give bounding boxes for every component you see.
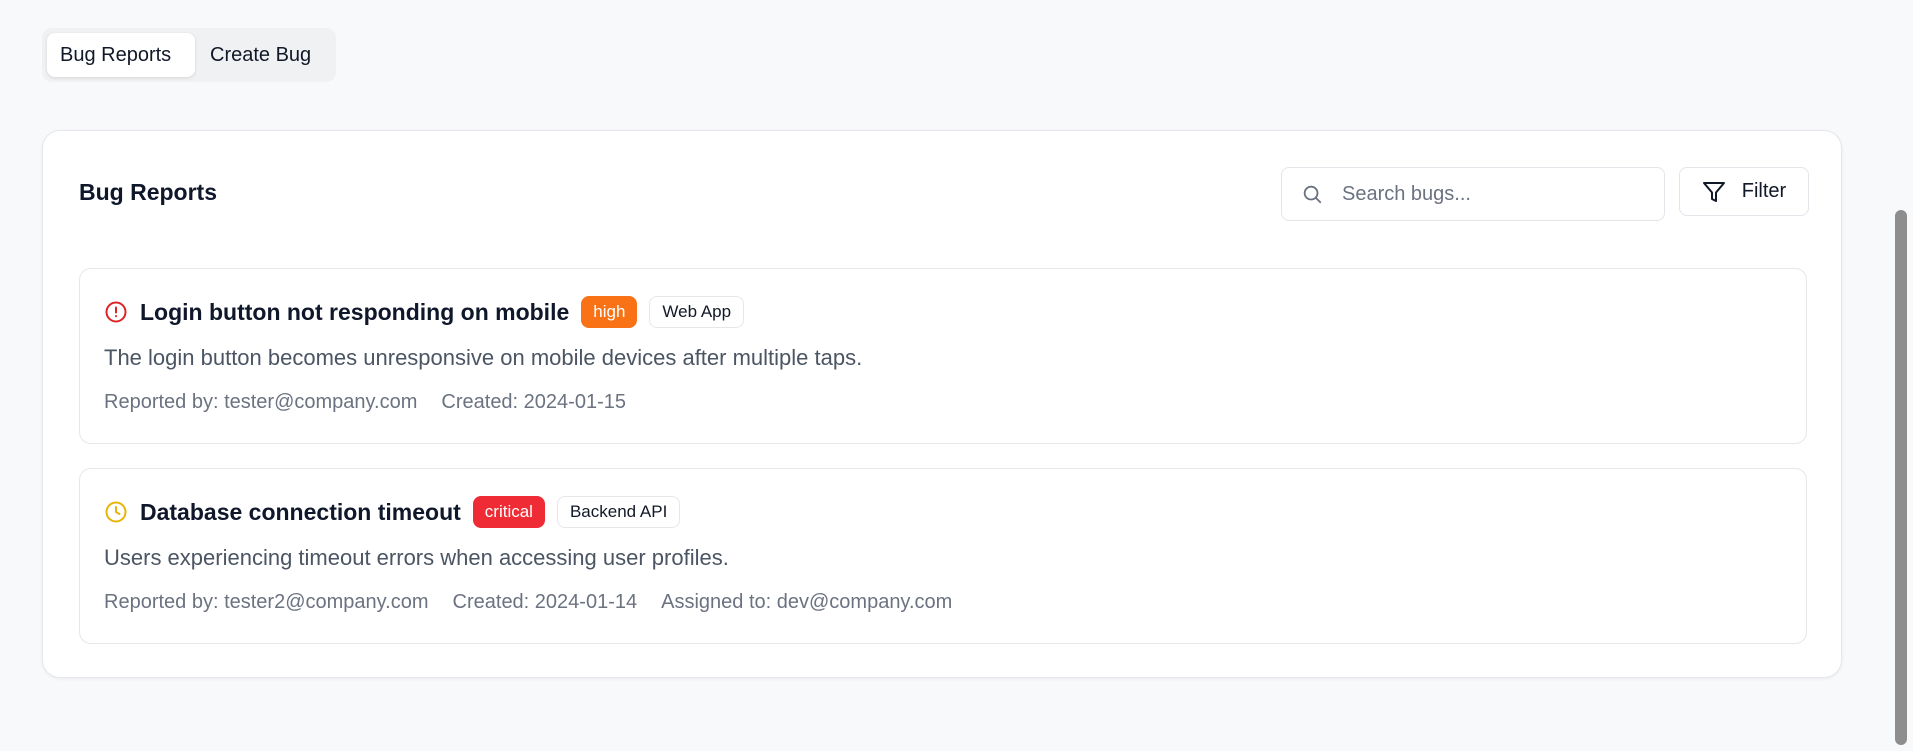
reported-by: Reported by: tester2@company.com [104,591,429,613]
search-icon [1303,185,1322,204]
created-date: Created: 2024-01-14 [452,591,638,613]
filter-icon [1702,181,1725,202]
bug-meta: Reported by: tester2@company.com Created… [104,591,952,614]
bug-title[interactable]: Login button not responding on mobile [140,299,569,326]
filter-label: Filter [1741,180,1787,202]
severity-badge: high [581,296,638,328]
created-date: Created: 2024-01-15 [441,391,626,413]
tab-bug-reports[interactable]: Bug Reports [47,33,195,77]
bug-item[interactable]: Database connection timeout critical Bac… [79,468,1807,644]
clock-icon [105,501,127,523]
reported-by: Reported by: tester@company.com [104,391,418,413]
panel-title: Bug Reports [79,179,217,205]
bug-description: The login button becomes unresponsive on… [104,345,863,370]
bug-reports-panel: Bug Reports Filter Login button not resp… [42,130,1842,678]
alert-circle-icon [105,301,127,323]
assigned-to: Assigned to: dev@company.com [661,591,953,613]
view-tabs: Bug Reports Create Bug [42,28,336,82]
scrollbar[interactable] [1895,210,1907,745]
search-input[interactable] [1340,181,1644,207]
bug-description: Users experiencing timeout errors when a… [104,545,729,570]
severity-badge: critical [472,496,545,528]
bug-item[interactable]: Login button not responding on mobile hi… [79,268,1807,444]
component-tag: Web App [649,296,745,328]
bug-header: Database connection timeout critical Bac… [104,495,681,529]
component-tag: Backend API [556,496,681,528]
tab-create-bug[interactable]: Create Bug [197,33,324,77]
bug-header: Login button not responding on mobile hi… [104,295,745,329]
bug-title[interactable]: Database connection timeout [140,499,461,526]
bug-meta: Reported by: tester@company.com Created:… [104,391,626,414]
search-box[interactable] [1281,167,1665,221]
filter-button[interactable]: Filter [1679,167,1809,216]
